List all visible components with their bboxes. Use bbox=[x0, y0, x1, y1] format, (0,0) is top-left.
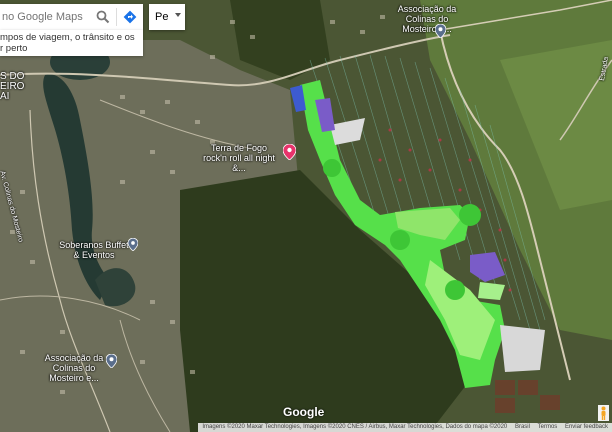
language-value: Pe bbox=[155, 11, 169, 23]
attribution-country[interactable]: Brasil bbox=[515, 424, 530, 430]
search-input[interactable] bbox=[0, 10, 90, 24]
place-pin-icon[interactable] bbox=[106, 354, 117, 368]
promo-text: mpos de viagem, o trânsito e os r perto bbox=[0, 32, 135, 54]
label-terra-fogo[interactable]: Terra de Fogo rock'n roll all night &... bbox=[198, 143, 280, 173]
attribution-bar: Imagens ©2020 Maxar Technologies, Imagen… bbox=[198, 423, 612, 432]
search-bar bbox=[0, 4, 143, 30]
label-assoc-bottom[interactable]: Associação da Colinas do Mosteiro e... bbox=[40, 353, 108, 383]
feedback-link[interactable]: Enviar feedback bbox=[565, 424, 608, 430]
pegman-icon[interactable] bbox=[598, 405, 609, 421]
place-pin-icon[interactable] bbox=[435, 24, 446, 38]
promo-banner[interactable]: mpos de viagem, o trânsito e os r perto bbox=[0, 30, 143, 56]
chevron-down-icon bbox=[175, 13, 181, 17]
search-button[interactable] bbox=[90, 4, 116, 30]
label-soberanos[interactable]: Soberanos Buffet & Eventos bbox=[58, 240, 130, 260]
directions-button[interactable] bbox=[117, 4, 143, 30]
directions-icon bbox=[123, 10, 137, 24]
terms-link[interactable]: Termos bbox=[538, 424, 558, 430]
place-pin-icon[interactable] bbox=[283, 144, 296, 160]
search-icon bbox=[96, 10, 110, 24]
label-assoc-top[interactable]: Associação da Colinas do Mosteiro e... bbox=[392, 4, 462, 34]
google-logo: Google bbox=[283, 405, 325, 419]
attribution-imagery: Imagens ©2020 Maxar Technologies, Imagen… bbox=[202, 424, 508, 430]
place-pin-icon[interactable] bbox=[128, 238, 138, 251]
language-select[interactable]: Pe bbox=[149, 4, 185, 30]
label-neighborhood: S DO EIRO AI bbox=[0, 71, 25, 102]
